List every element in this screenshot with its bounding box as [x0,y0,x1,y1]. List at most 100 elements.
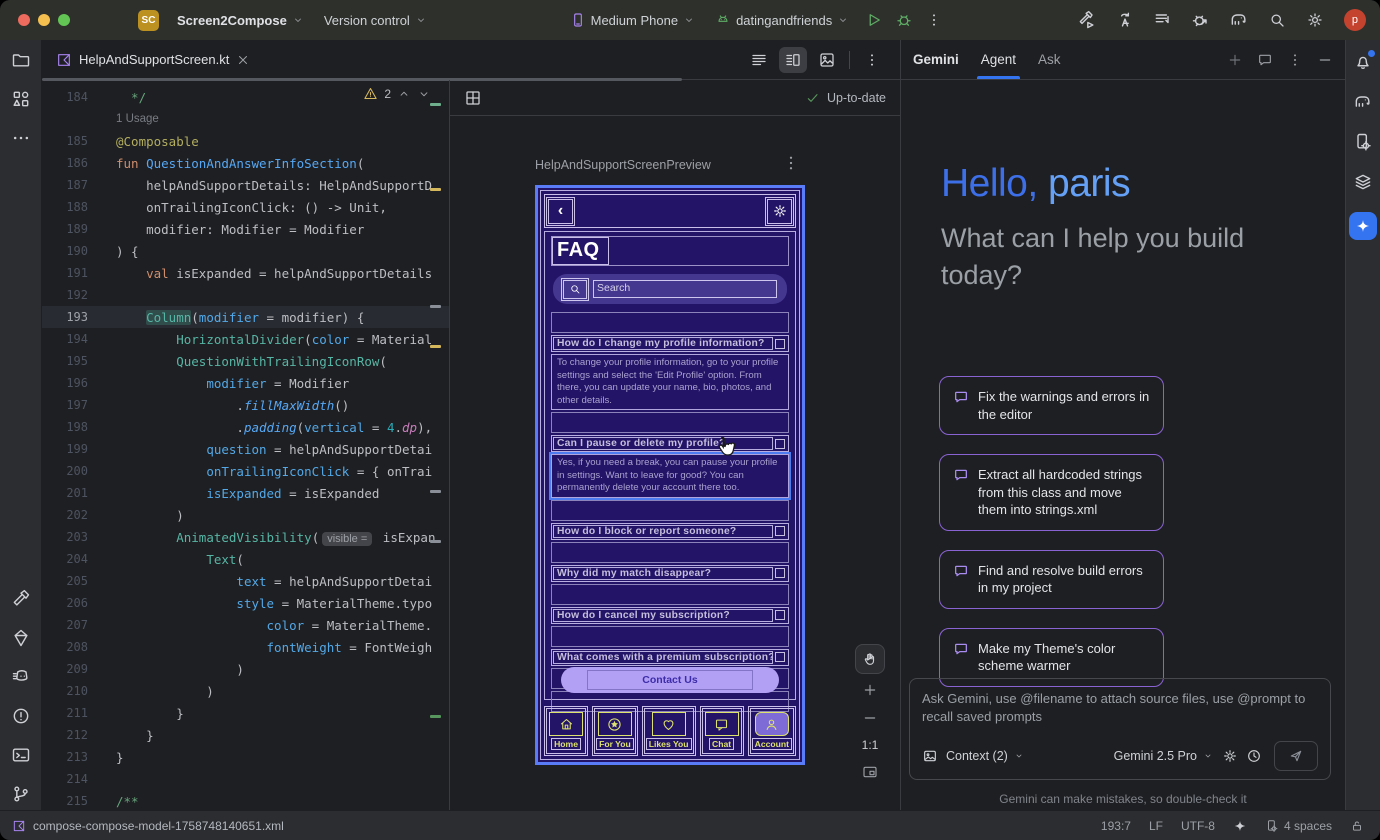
expand-icon[interactable] [775,339,785,349]
tab-ask[interactable]: Ask [1038,40,1061,79]
faq-question-row[interactable]: What comes with a premium subscription? [551,649,789,666]
phone-preview[interactable]: ‹ FAQ Sear [535,185,805,765]
faq-question-row[interactable]: Can I pause or delete my profile? [551,435,789,452]
inspection-widget[interactable]: 2 [363,86,431,101]
notifications-bell-icon[interactable] [1353,52,1373,72]
stripe-mark[interactable] [430,103,441,106]
user-avatar[interactable]: p [1344,9,1366,31]
search-input[interactable]: Search [593,280,777,298]
expand-icon[interactable] [775,652,785,662]
minimize-window-button[interactable] [38,14,50,26]
code-text[interactable]: @Composable [116,134,199,149]
code-text[interactable]: } [116,728,154,743]
line-number[interactable]: 208 [54,640,88,654]
expand-icon[interactable] [775,439,785,449]
zoom-out-button[interactable] [857,706,883,730]
build-button[interactable] [1072,6,1102,34]
code-text[interactable]: Column(modifier = modifier) { [116,310,364,325]
line-number[interactable]: 187 [54,178,88,192]
expand-icon[interactable] [775,568,785,578]
encoding[interactable]: UTF-8 [1181,819,1215,833]
fit-to-screen-button[interactable] [857,760,883,784]
line-number[interactable]: 184 [54,90,88,104]
faq-answer[interactable]: Yes, if you need a break, you can pause … [551,454,789,498]
faq-question-row[interactable]: How do I block or report someone? [551,523,789,540]
line-number[interactable]: 189 [54,222,88,236]
zoom-in-button[interactable] [857,678,883,702]
chevron-down-icon[interactable] [417,87,431,101]
editor-tab[interactable]: HelpAndSupportScreen.kt [42,40,260,79]
line-number[interactable]: 209 [54,662,88,676]
gemini-input-box[interactable]: Ask Gemini, use @filename to attach sour… [909,678,1331,780]
logcat-icon[interactable] [11,667,31,687]
stripe-mark[interactable] [430,305,441,308]
history-icon[interactable] [1246,748,1262,764]
stripe-mark[interactable] [430,715,441,718]
stripe-mark[interactable] [430,345,441,348]
line-number[interactable]: 188 [54,200,88,214]
code-text[interactable]: val isExpanded = helpAndSupportDetails [116,266,432,281]
code-text[interactable]: } [116,750,124,765]
project-tool-icon[interactable] [11,50,31,70]
line-number[interactable]: 198 [54,420,88,434]
code-text[interactable]: ) { [116,244,139,259]
gemini-suggestion-card[interactable]: Extract all hardcoded strings from this … [939,454,1164,531]
close-window-button[interactable] [18,14,30,26]
line-number[interactable]: 201 [54,486,88,500]
maximize-window-button[interactable] [58,14,70,26]
gradle-sync-button[interactable] [1224,6,1254,34]
code-text[interactable]: .fillMaxWidth() [116,398,349,413]
line-number[interactable]: 186 [54,156,88,170]
gemini-suggestion-card[interactable]: Fix the warnings and errors in the edito… [939,376,1164,435]
expand-icon[interactable] [775,610,785,620]
faq-question-row[interactable]: How do I cancel my subscription? [551,607,789,624]
nav-tab-chat[interactable]: Chat [700,706,744,756]
gemini-tool-button[interactable] [1349,212,1377,240]
settings-button[interactable] [1300,6,1330,34]
code-text[interactable]: AnimatedVisibility(visible = isExpan [116,530,435,545]
code-text[interactable]: helpAndSupportDetails: HelpAndSupportD [116,178,432,193]
preview-canvas[interactable]: HelpAndSupportScreenPreview ‹ [450,116,900,810]
code-text[interactable]: modifier: Modifier = Modifier [116,222,364,237]
send-button[interactable] [1274,741,1318,771]
profiler-button[interactable] [1186,6,1216,34]
line-number[interactable]: 193 [54,310,88,324]
lock-open-icon[interactable] [1350,819,1364,833]
app-quality-insights-icon[interactable] [11,628,31,648]
attach-image-icon[interactable] [922,748,938,764]
gradle-tool-icon[interactable] [1353,92,1373,112]
line-number[interactable]: 185 [54,134,88,148]
line-number[interactable]: 203 [54,530,88,544]
stripe-mark[interactable] [430,490,441,493]
line-number[interactable]: 211 [54,706,88,720]
code-text[interactable]: color = MaterialTheme. [116,618,432,633]
code-text[interactable]: onTrailingIconClick: () -> Unit, [116,200,387,215]
line-number[interactable]: 204 [54,552,88,566]
code-text[interactable]: .padding(vertical = 4.dp), [116,420,432,435]
contact-us-button[interactable]: Contact Us [561,667,779,693]
tab-agent[interactable]: Agent [981,40,1016,79]
nav-tab-for-you[interactable]: For You [592,706,638,756]
line-number[interactable]: 212 [54,728,88,742]
code-text[interactable]: HorizontalDivider(color = Material [116,332,432,347]
local-history-button[interactable] [1148,6,1178,34]
vcs-menu[interactable]: Version control [314,6,437,34]
code-text[interactable]: Text( [116,552,244,567]
nav-tab-account[interactable]: Account [748,706,796,756]
faq-answer[interactable]: To change your profile information, go t… [551,354,789,410]
code-text[interactable]: modifier = Modifier [116,376,349,391]
model-selector[interactable]: Gemini 2.5 Pro [1114,749,1214,763]
sync-translations-button[interactable] [1110,6,1140,34]
code-text[interactable]: } [116,706,184,721]
line-number[interactable]: 199 [54,442,88,456]
conversations-icon[interactable] [1257,52,1273,68]
split-view-button[interactable] [779,47,807,73]
gemini-status-icon[interactable] [1233,819,1247,833]
line-number[interactable]: 195 [54,354,88,368]
line-number[interactable]: 196 [54,376,88,390]
line-ending[interactable]: LF [1149,819,1163,833]
build-tool-icon[interactable] [11,589,31,609]
line-number[interactable]: 191 [54,266,88,280]
caret-position[interactable]: 193:7 [1101,819,1131,833]
code-text[interactable]: ) [116,662,244,677]
